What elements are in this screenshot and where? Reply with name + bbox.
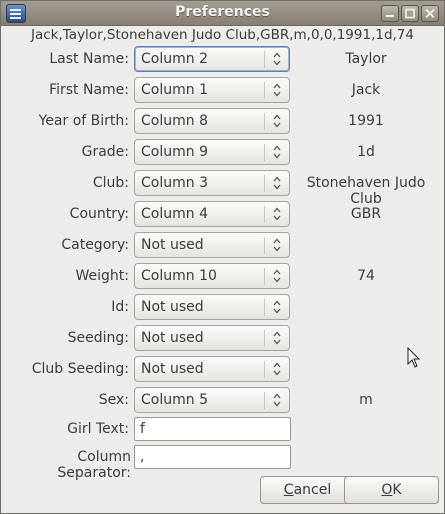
seeding-combo-value: Not used	[141, 330, 204, 346]
updown-arrows-icon	[271, 173, 283, 193]
minimize-icon[interactable]	[381, 5, 399, 22]
updown-arrows-icon	[271, 297, 283, 317]
category-combo[interactable]: Not used	[134, 232, 290, 258]
first-name-combo-value: Column 1	[141, 82, 208, 98]
year-of-birth-label: Year of Birth:	[38, 113, 129, 129]
weight-combo-value: Column 10	[141, 268, 217, 284]
year-of-birth-combo-value: Column 8	[141, 113, 208, 129]
club-seeding-combo[interactable]: Not used	[134, 356, 290, 382]
updown-arrows-icon	[271, 204, 283, 224]
category-label: Category:	[61, 237, 129, 253]
combo-separator	[264, 361, 265, 378]
last-name-combo[interactable]: Column 2	[134, 46, 290, 72]
grade-combo-value: Column 9	[141, 144, 208, 160]
year-of-birth-combo[interactable]: Column 8	[134, 108, 290, 134]
grade-combo[interactable]: Column 9	[134, 139, 290, 165]
combo-separator	[264, 113, 265, 130]
sample-data-line: Jack,Taylor,Stonehaven Judo Club,GBR,m,0…	[31, 27, 414, 43]
first-name-label: First Name:	[49, 82, 129, 98]
grade-preview: 1d	[357, 144, 375, 160]
category-combo-value: Not used	[141, 237, 204, 253]
combo-separator	[264, 144, 265, 161]
mouse-pointer-icon	[407, 347, 421, 368]
combo-separator	[264, 299, 265, 316]
id-combo-value: Not used	[141, 299, 204, 315]
combo-separator	[264, 237, 265, 254]
updown-arrows-icon	[271, 80, 283, 100]
country-combo-value: Column 4	[141, 206, 208, 222]
column-separator-field[interactable]	[134, 445, 291, 469]
updown-arrows-icon	[271, 111, 283, 131]
weight-preview: 74	[357, 268, 375, 284]
updown-arrows-icon	[271, 328, 283, 348]
id-combo[interactable]: Not used	[134, 294, 290, 320]
id-label: Id:	[111, 299, 129, 315]
combo-separator	[264, 268, 265, 285]
title-bar[interactable]: Preferences	[1, 1, 444, 26]
updown-arrows-icon	[271, 235, 283, 255]
club-seeding-combo-value: Not used	[141, 361, 204, 377]
club-seeding-label: Club Seeding:	[31, 361, 129, 377]
close-icon[interactable]	[421, 5, 439, 22]
first-name-preview: Jack	[351, 82, 381, 98]
updown-arrows-icon	[271, 142, 283, 162]
country-label: Country:	[69, 206, 129, 222]
seeding-label: Seeding:	[67, 330, 129, 346]
sex-preview: m	[359, 392, 373, 408]
combo-separator	[264, 51, 265, 68]
cancel-button-label: Cancel	[283, 482, 332, 498]
last-name-preview: Taylor	[345, 51, 387, 67]
club-label: Club:	[92, 175, 129, 191]
weight-label: Weight:	[75, 268, 130, 284]
grade-label: Grade:	[81, 144, 129, 160]
last-name-label: Last Name:	[49, 51, 129, 67]
combo-separator	[264, 206, 265, 223]
combo-separator	[264, 175, 265, 192]
preferences-window: Preferences Jack,Taylor,Stonehaven Judo …	[0, 0, 445, 514]
first-name-combo[interactable]: Column 1	[134, 77, 290, 103]
updown-arrows-icon	[271, 266, 283, 286]
club-combo-value: Column 3	[141, 175, 208, 191]
girl-text-field[interactable]	[134, 417, 291, 441]
sex-combo[interactable]: Column 5	[134, 387, 290, 413]
country-combo[interactable]: Column 4	[134, 201, 290, 227]
year-of-birth-preview: 1991	[348, 113, 384, 129]
cancel-button[interactable]: Cancel	[260, 476, 355, 504]
combo-separator	[264, 392, 265, 409]
ok-button-label: OK	[381, 482, 402, 498]
sex-combo-value: Column 5	[141, 392, 208, 408]
girl-text-label: Girl Text:	[67, 421, 129, 437]
maximize-icon[interactable]	[401, 5, 419, 22]
club-combo[interactable]: Column 3	[134, 170, 290, 196]
club-preview: Stonehaven Judo Club	[306, 175, 426, 207]
column-separator-label: Column Separator:	[57, 449, 131, 481]
ok-button[interactable]: OK	[344, 476, 439, 504]
combo-separator	[264, 82, 265, 99]
last-name-combo-value: Column 2	[141, 51, 208, 67]
country-preview: GBR	[350, 206, 382, 222]
updown-arrows-icon	[271, 359, 283, 379]
window-title: Preferences	[175, 4, 270, 20]
combo-separator	[264, 330, 265, 347]
weight-combo[interactable]: Column 10	[134, 263, 290, 289]
updown-arrows-icon	[271, 390, 283, 410]
seeding-combo[interactable]: Not used	[134, 325, 290, 351]
sex-label: Sex:	[98, 392, 129, 408]
updown-arrows-icon	[271, 49, 283, 69]
